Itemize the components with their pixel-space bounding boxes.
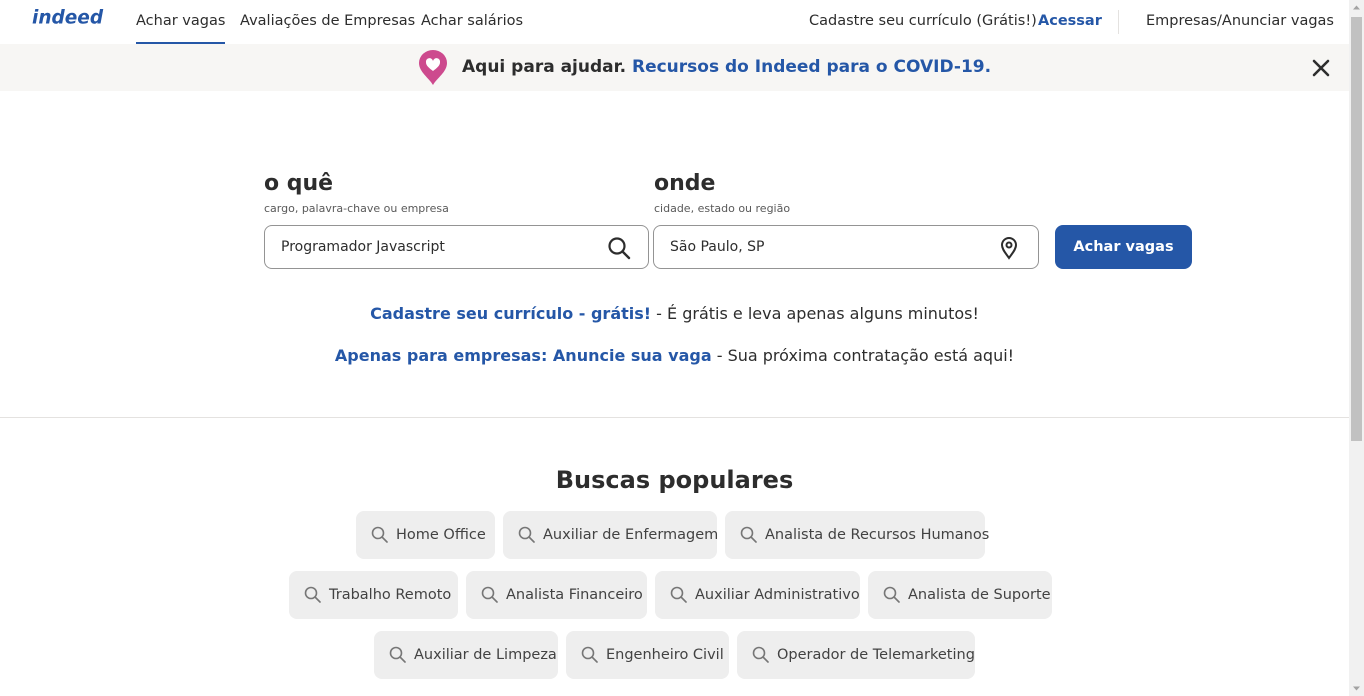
- search-icon: [883, 586, 900, 603]
- search-icon: [389, 646, 406, 663]
- chip-label: Auxiliar Administrativo: [695, 587, 860, 603]
- scrollbar-thumb[interactable]: [1351, 17, 1362, 441]
- resume-promo: Cadastre seu currículo - grátis! - É grá…: [0, 304, 1349, 323]
- resume-promo-link[interactable]: Cadastre seu currículo - grátis!: [370, 304, 651, 323]
- chip-label: Operador de Telemarketing: [777, 647, 975, 663]
- employer-promo: Apenas para empresas: Anuncie sua vaga -…: [0, 346, 1349, 365]
- chip-label: Home Office: [396, 527, 486, 543]
- nav-divider: [1118, 10, 1119, 34]
- banner-text: Aqui para ajudar. Recursos do Indeed par…: [462, 57, 991, 77]
- popular-search-chip[interactable]: Trabalho Remoto: [289, 571, 458, 619]
- search-icon: [740, 526, 757, 543]
- popular-searches-title: Buscas populares: [555, 466, 794, 494]
- what-label: o quê: [264, 171, 334, 196]
- search-icon[interactable]: [607, 236, 631, 260]
- popular-search-chip[interactable]: Auxiliar Administrativo: [655, 571, 860, 619]
- employers-link[interactable]: Empresas/Anunciar vagas: [1146, 0, 1334, 44]
- employer-promo-text: - Sua próxima contratação está aqui!: [711, 346, 1015, 365]
- top-navigation: indeed Achar vagas Avaliações de Empresa…: [0, 0, 1349, 44]
- covid-banner: Aqui para ajudar. Recursos do Indeed par…: [0, 44, 1349, 91]
- search-icon: [670, 586, 687, 603]
- close-icon[interactable]: [1309, 56, 1333, 80]
- where-label: onde: [654, 171, 716, 196]
- chip-label: Auxiliar de Limpeza: [414, 647, 557, 663]
- popular-search-chip[interactable]: Analista de Suporte: [868, 571, 1052, 619]
- chip-label: Analista de Recursos Humanos: [765, 527, 990, 543]
- find-jobs-button[interactable]: Achar vagas: [1055, 225, 1192, 269]
- banner-lead: Aqui para ajudar.: [462, 57, 627, 77]
- what-input[interactable]: [281, 226, 601, 268]
- heart-pin-icon: [419, 50, 447, 85]
- nav-find-salaries[interactable]: Achar salários: [421, 0, 523, 44]
- employer-promo-link[interactable]: Apenas para empresas: Anuncie sua vaga: [335, 346, 712, 365]
- popular-search-chip[interactable]: Auxiliar de Limpeza: [374, 631, 558, 679]
- popular-search-chip[interactable]: Engenheiro Civil: [566, 631, 729, 679]
- search-icon: [581, 646, 598, 663]
- register-resume-link[interactable]: Cadastre seu currículo (Grátis!): [809, 0, 1037, 44]
- signin-link[interactable]: Acessar: [1038, 0, 1102, 44]
- where-hint: cidade, estado ou região: [654, 202, 791, 215]
- nav-company-reviews[interactable]: Avaliações de Empresas: [240, 0, 415, 44]
- scroll-down-arrow-icon[interactable]: [1349, 681, 1364, 696]
- what-hint: cargo, palavra-chave ou empresa: [264, 202, 449, 215]
- search-icon: [518, 526, 535, 543]
- svg-text:indeed: indeed: [32, 7, 104, 28]
- popular-search-chip[interactable]: Analista de Recursos Humanos: [725, 511, 989, 559]
- popular-search-chip[interactable]: Operador de Telemarketing: [737, 631, 975, 679]
- chip-label: Auxiliar de Enfermagem: [543, 527, 719, 543]
- scroll-up-arrow-icon[interactable]: [1349, 0, 1364, 15]
- location-pin-icon: [1000, 237, 1018, 260]
- indeed-logo[interactable]: indeed: [32, 4, 106, 30]
- chip-label: Trabalho Remoto: [329, 587, 452, 603]
- search-icon: [304, 586, 321, 603]
- covid-resources-link[interactable]: Recursos do Indeed para o COVID-19.: [632, 57, 991, 77]
- chip-label: Analista Financeiro: [506, 587, 643, 603]
- nav-find-jobs[interactable]: Achar vagas: [136, 0, 226, 44]
- popular-search-chip[interactable]: Auxiliar de Enfermagem: [503, 511, 719, 559]
- popular-search-chip[interactable]: Home Office: [356, 511, 495, 559]
- chip-label: Analista de Suporte: [908, 587, 1051, 603]
- chip-label: Engenheiro Civil: [606, 647, 724, 663]
- popular-search-chip[interactable]: Analista Financeiro: [466, 571, 647, 619]
- search-icon: [752, 646, 769, 663]
- section-divider: [0, 417, 1349, 418]
- where-input[interactable]: [670, 226, 990, 268]
- what-field[interactable]: [264, 225, 649, 269]
- resume-promo-text: - É grátis e leva apenas alguns minutos!: [651, 304, 979, 323]
- search-icon: [371, 526, 388, 543]
- search-icon: [481, 586, 498, 603]
- where-field[interactable]: [653, 225, 1039, 269]
- vertical-scrollbar[interactable]: [1349, 0, 1364, 696]
- page: indeed Achar vagas Avaliações de Empresa…: [0, 0, 1349, 696]
